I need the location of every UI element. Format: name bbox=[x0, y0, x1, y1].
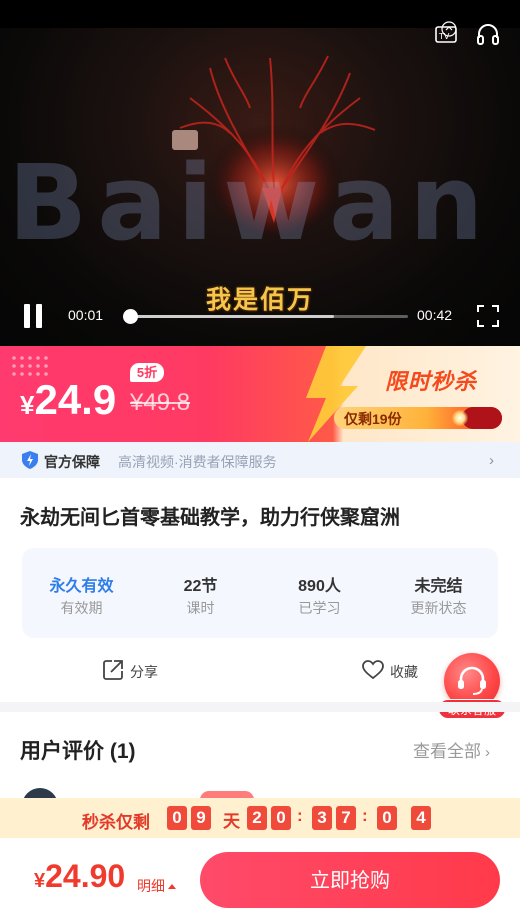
flash-sale-title: 限时秒杀 bbox=[385, 369, 478, 395]
original-price: ¥49.8 bbox=[130, 389, 191, 416]
countdown-hour-digit: 2 bbox=[247, 806, 267, 830]
buy-now-button[interactable]: 立即抢购 bbox=[200, 852, 500, 908]
tv-cast-icon[interactable]: TV bbox=[433, 20, 461, 48]
bottom-price: ¥24.90 bbox=[34, 858, 126, 894]
course-title: 永劫无间匕首零基础教学，助力行侠聚窟洲 bbox=[20, 507, 400, 529]
seek-bar[interactable] bbox=[122, 309, 408, 324]
decorative-dots bbox=[10, 354, 50, 378]
course-stats: 永久有效 有效期 22节 课时 890人 已学习 未完结 更新状态 bbox=[22, 548, 498, 638]
pause-icon bbox=[24, 304, 30, 328]
video-controls: 00:01 00:42 bbox=[0, 296, 520, 336]
shield-icon bbox=[22, 451, 38, 469]
avatar bbox=[22, 788, 58, 798]
stat-learners: 890人 已学习 bbox=[298, 578, 341, 616]
reviews-title: 用户评价 (1) bbox=[20, 740, 136, 763]
chevron-right-icon: › bbox=[489, 452, 494, 469]
guarantee-bar[interactable]: 官方保障 高清视频·消费者保障服务 › bbox=[0, 442, 520, 478]
view-all-reviews-link[interactable]: 查看全部 › bbox=[413, 737, 490, 762]
buffered-bar bbox=[124, 315, 335, 318]
caret-up-icon bbox=[168, 884, 176, 889]
headphones-icon[interactable] bbox=[474, 20, 502, 48]
share-icon bbox=[103, 660, 123, 680]
countdown-minute-digit: 7 bbox=[336, 806, 356, 830]
bottom-purchase-bar: ¥24.90 明细 立即抢购 bbox=[0, 838, 520, 920]
fullscreen-icon bbox=[477, 305, 499, 327]
share-button[interactable]: 分享 bbox=[102, 659, 172, 683]
stat-validity: 永久有效 有效期 bbox=[49, 578, 114, 616]
pause-button[interactable] bbox=[22, 304, 44, 328]
countdown-minute-digit: 3 bbox=[312, 806, 332, 830]
favorite-button[interactable]: 收藏 bbox=[362, 659, 432, 683]
current-time: 00:01 bbox=[68, 307, 104, 323]
section-divider bbox=[0, 702, 520, 712]
guarantee-description: 高清视频·消费者保障服务 bbox=[118, 454, 277, 470]
sale-price: ¥24.9 bbox=[20, 376, 117, 423]
countdown-second-digit: 0 bbox=[377, 806, 397, 830]
flash-countdown: 秒杀仅剩 0 9 天 2 0 : 3 7 : 0 4 bbox=[0, 798, 520, 838]
countdown-day-digit: 9 bbox=[191, 806, 211, 830]
review-item bbox=[20, 786, 440, 798]
countdown-hour-digit: 0 bbox=[271, 806, 291, 830]
stock-remaining: 仅剩19份 bbox=[334, 407, 502, 429]
chevron-right-icon: › bbox=[485, 744, 490, 761]
reviewer-tag bbox=[200, 791, 254, 798]
fullscreen-button[interactable] bbox=[476, 304, 500, 328]
countdown-day-digit: 0 bbox=[167, 806, 187, 830]
video-watermark: Baiwan bbox=[8, 148, 494, 258]
duration-time: 00:42 bbox=[417, 307, 453, 323]
countdown-second-digit: 4 bbox=[411, 806, 431, 830]
guarantee-title: 官方保障 bbox=[44, 454, 100, 470]
countdown-label: 秒杀仅剩 bbox=[82, 813, 150, 832]
stat-lessons: 22节 课时 bbox=[183, 578, 218, 616]
countdown-day-unit: 天 bbox=[223, 812, 240, 831]
discount-badge: 5折 bbox=[130, 363, 164, 382]
video-player[interactable]: Baiwan 我是佰万 TV 00:01 00:42 bbox=[0, 0, 520, 346]
flash-sale-banner: ¥24.9 5折 ¥49.8 限时秒杀 仅剩19份 bbox=[0, 346, 520, 442]
stat-update-status: 未完结 更新状态 bbox=[410, 578, 467, 616]
heart-icon bbox=[362, 660, 384, 680]
price-detail-toggle[interactable]: 明细 bbox=[137, 876, 176, 896]
seek-handle[interactable] bbox=[122, 309, 138, 324]
